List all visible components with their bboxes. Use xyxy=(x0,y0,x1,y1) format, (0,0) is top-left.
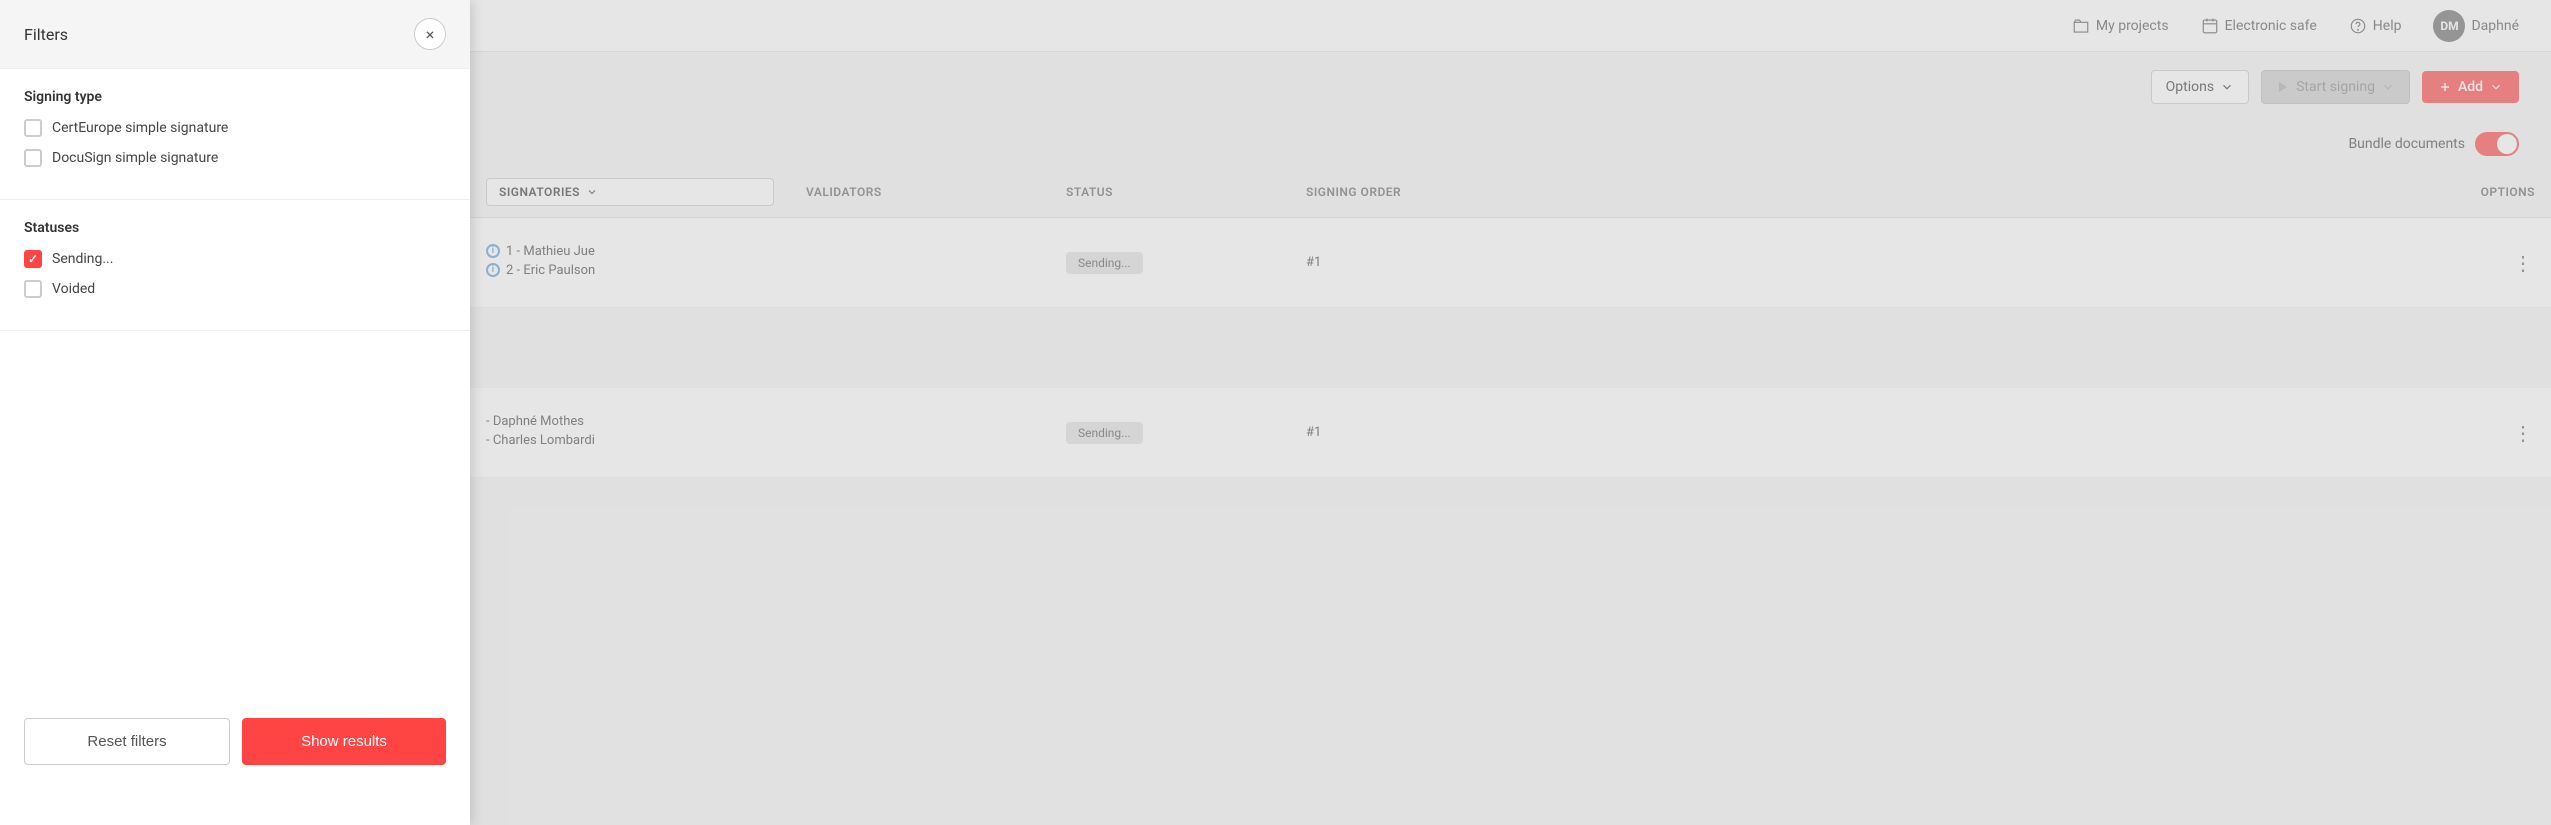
sending-checkbox-item[interactable]: Sending... xyxy=(24,250,446,268)
signing-type-section: Signing type CertEurope simple signature… xyxy=(0,69,470,200)
overlay xyxy=(470,0,2551,825)
filter-panel: Filters × Signing type CertEurope simple… xyxy=(0,0,470,825)
voided-checkbox-item[interactable]: Voided xyxy=(24,280,446,298)
docusign-checkbox-item[interactable]: DocuSign simple signature xyxy=(24,149,446,167)
close-icon: × xyxy=(426,25,435,44)
show-results-button[interactable]: Show results xyxy=(242,718,446,765)
reset-filters-button[interactable]: Reset filters xyxy=(24,718,230,765)
certeurope-label: CertEurope simple signature xyxy=(52,120,228,136)
docusign-checkbox[interactable] xyxy=(24,149,42,167)
certeurope-checkbox[interactable] xyxy=(24,119,42,137)
sending-checkbox[interactable] xyxy=(24,250,42,268)
filter-title: Filters xyxy=(24,25,68,44)
statuses-section: Statuses Sending... Voided xyxy=(0,200,470,331)
sending-label: Sending... xyxy=(52,251,113,267)
docusign-label: DocuSign simple signature xyxy=(52,150,218,166)
voided-label: Voided xyxy=(52,281,95,297)
signing-type-title: Signing type xyxy=(24,89,446,105)
certeurope-checkbox-item[interactable]: CertEurope simple signature xyxy=(24,119,446,137)
filter-panel-header: Filters × xyxy=(0,0,470,69)
statuses-title: Statuses xyxy=(24,220,446,236)
filter-footer: Reset filters Show results xyxy=(0,698,470,785)
close-filter-button[interactable]: × xyxy=(414,18,446,50)
voided-checkbox[interactable] xyxy=(24,280,42,298)
